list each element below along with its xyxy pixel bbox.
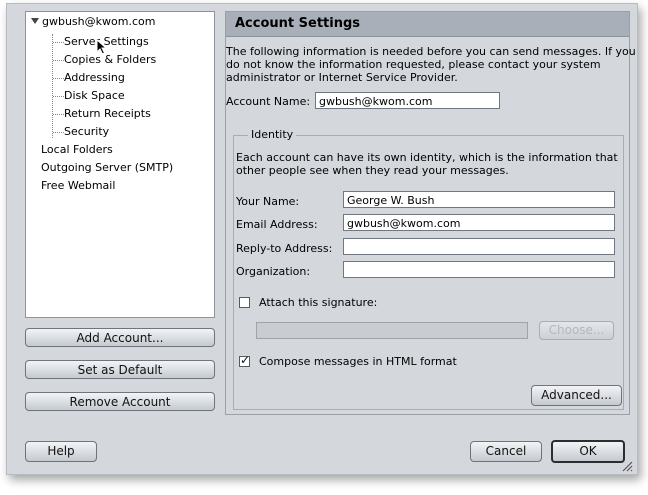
tree-item-security[interactable]: Security	[64, 124, 109, 140]
reply-to-field[interactable]	[343, 238, 615, 255]
intro-line-1: The following information is needed befo…	[226, 45, 636, 58]
intro-line-3: administrator or Internet Service Provid…	[226, 71, 458, 84]
tree-item-local-folders[interactable]: Local Folders	[41, 142, 113, 158]
account-name-field[interactable]: gwbush@kwom.com	[315, 92, 500, 109]
ok-button[interactable]: OK	[551, 440, 625, 463]
html-format-label: Compose messages in HTML format	[259, 355, 457, 368]
tree-item-label: Free Webmail	[41, 179, 116, 192]
tree-item-label: Return Receipts	[64, 107, 151, 120]
account-settings-dialog: gwbush@kwom.com Server Settings Copies &…	[6, 3, 638, 475]
identity-legend: Identity	[248, 128, 297, 141]
tree-item-outgoing-server[interactable]: Outgoing Server (SMTP)	[41, 160, 173, 176]
account-name-label: Account Name:	[226, 95, 311, 108]
your-name-label: Your Name:	[236, 195, 300, 208]
checkmark-icon: ✓	[240, 353, 251, 367]
tree-item-label: Copies & Folders	[64, 53, 157, 66]
account-tree[interactable]: gwbush@kwom.com Server Settings Copies &…	[25, 11, 215, 318]
email-address-label: Email Address:	[236, 218, 318, 231]
tree-branch-line	[53, 132, 64, 133]
set-as-default-button[interactable]: Set as Default	[25, 360, 215, 379]
tree-item-account-label: gwbush@kwom.com	[42, 15, 156, 28]
attach-signature-label: Attach this signature:	[259, 296, 378, 309]
html-format-checkbox[interactable]: ✓	[239, 353, 251, 367]
tree-branch-line	[53, 60, 64, 61]
choose-button: Choose...	[539, 321, 614, 340]
tree-item-label: Addressing	[64, 71, 125, 84]
tree-item-return-receipts[interactable]: Return Receipts	[64, 106, 151, 122]
tree-branch-line	[53, 96, 64, 97]
tree-item-copies-folders[interactable]: Copies & Folders	[64, 52, 156, 68]
tree-item-disk-space[interactable]: Disk Space	[64, 88, 125, 104]
panel-header: Account Settings	[226, 12, 629, 37]
tree-item-label: Local Folders	[41, 143, 113, 156]
tree-branch-line	[53, 78, 64, 79]
tree-item-label: Outgoing Server (SMTP)	[41, 161, 174, 174]
remove-account-button[interactable]: Remove Account	[25, 392, 215, 411]
add-account-button[interactable]: Add Account...	[25, 328, 215, 347]
account-settings-panel: Account Settings The following informati…	[225, 11, 636, 415]
organization-label: Organization:	[236, 265, 311, 278]
resize-grip-icon[interactable]	[621, 460, 633, 472]
advanced-button[interactable]: Advanced...	[531, 385, 622, 406]
your-name-field[interactable]: George W. Bush	[343, 191, 615, 208]
tree-branch-line	[53, 42, 64, 43]
identity-group: Identity Each account can have its own i…	[233, 128, 624, 410]
cancel-button[interactable]: Cancel	[470, 441, 542, 462]
tree-item-label: Security	[64, 125, 110, 138]
tree-item-label: Disk Space	[64, 89, 125, 102]
help-button[interactable]: Help	[25, 441, 97, 462]
identity-desc-line-1: Each account can have its own identity, …	[236, 151, 618, 164]
tree-guide-line	[52, 34, 63, 138]
tree-item-free-webmail[interactable]: Free Webmail	[41, 178, 115, 194]
signature-path-field	[256, 322, 528, 339]
mouse-pointer-icon	[96, 39, 108, 55]
organization-field[interactable]	[343, 261, 615, 278]
tree-item-addressing[interactable]: Addressing	[64, 70, 125, 86]
email-address-field[interactable]: gwbush@kwom.com	[343, 214, 615, 231]
tree-item-account[interactable]: gwbush@kwom.com	[31, 14, 155, 30]
panel-title: Account Settings	[235, 16, 361, 31]
disclosure-triangle-icon[interactable]	[31, 18, 39, 24]
identity-desc-line-2: other people see when they read your mes…	[236, 164, 509, 177]
reply-to-label: Reply-to Address:	[236, 242, 333, 255]
attach-signature-checkbox[interactable]	[239, 297, 250, 308]
intro-line-2: do not know the information requested, p…	[226, 58, 601, 71]
tree-branch-line	[53, 114, 64, 115]
